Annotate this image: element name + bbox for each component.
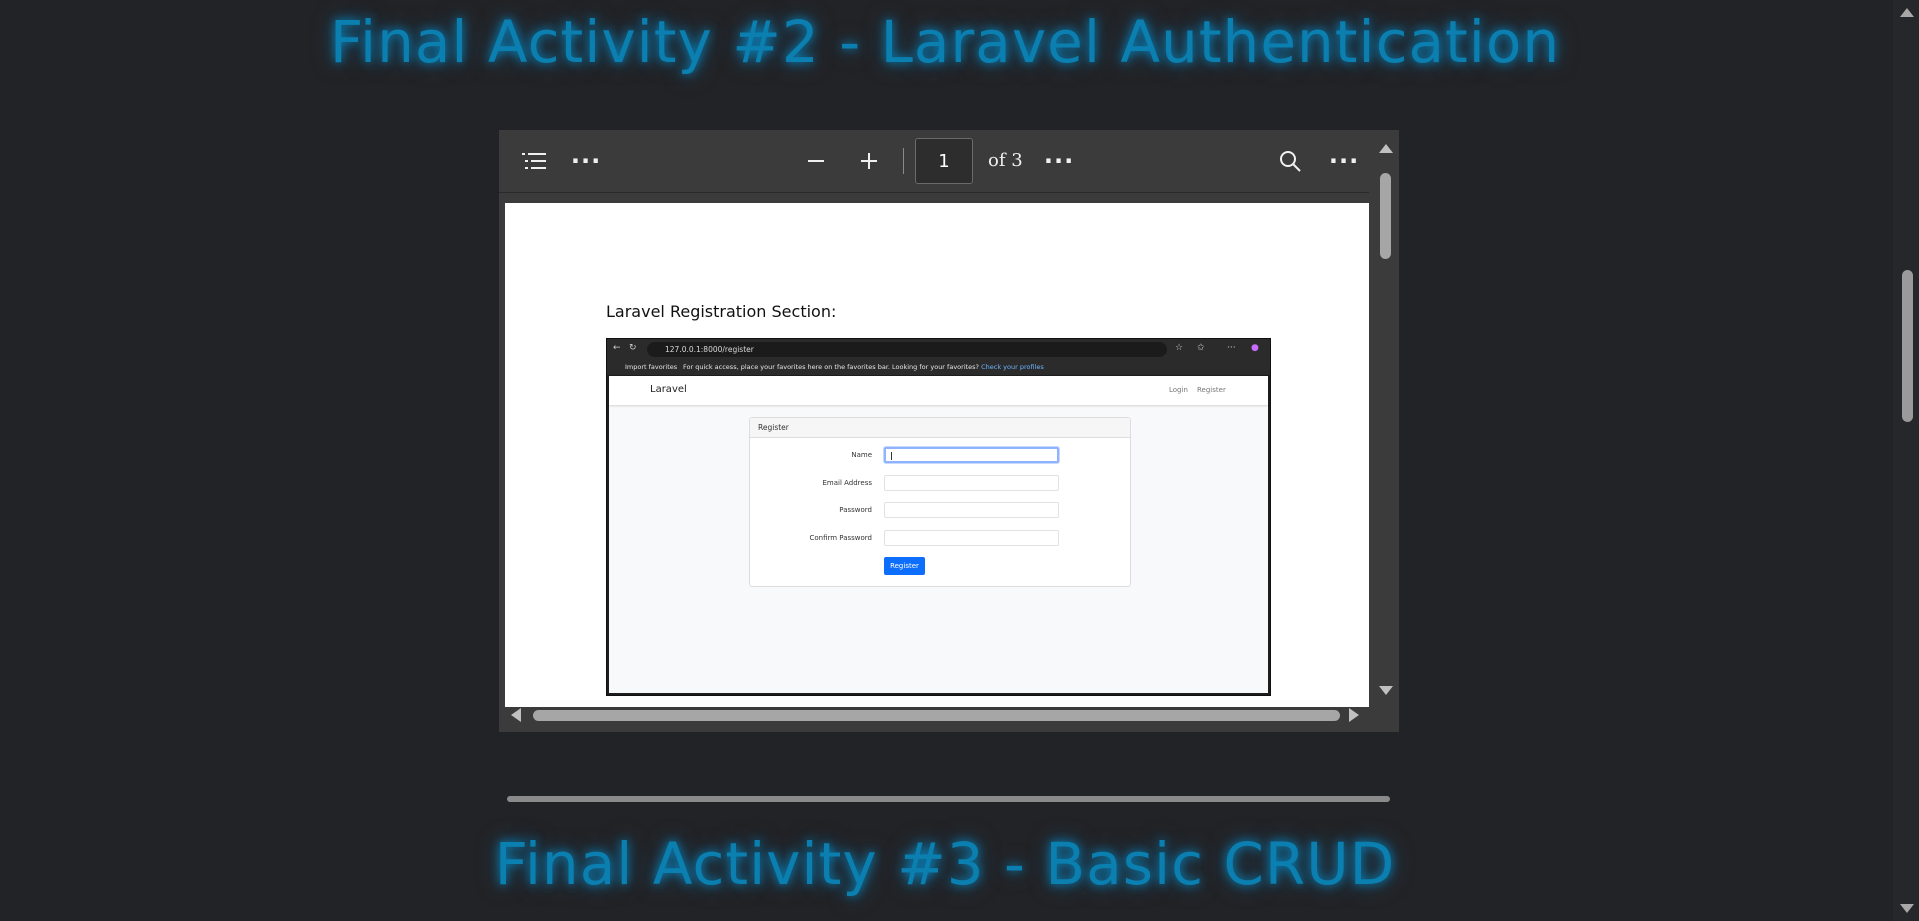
more-options-center-icon[interactable]: ···	[1044, 146, 1074, 176]
favorites-link: Check your profiles	[981, 363, 1044, 371]
confirm-password-label: Confirm Password	[809, 534, 872, 542]
nav-login-link: Login	[1169, 386, 1188, 394]
section-separator-scrollbar[interactable]	[507, 796, 1390, 802]
copilot-icon: ●	[1251, 343, 1259, 353]
zoom-in-icon[interactable]	[854, 146, 884, 176]
favorites-message-text: For quick access, place your favorites h…	[683, 363, 980, 371]
favorites-icon: ✩	[1197, 343, 1205, 353]
viewer-vscroll-thumb[interactable]	[1380, 173, 1391, 259]
name-row: Name	[750, 447, 1130, 465]
page-scroll-down-icon[interactable]	[1900, 904, 1914, 913]
register-card-header: Register	[750, 418, 1130, 438]
name-field	[884, 447, 1059, 463]
pdf-toolbar: ··· of 3 ··· ···	[499, 130, 1369, 193]
nav-register-link: Register	[1197, 386, 1226, 394]
viewer-vertical-scrollbar[interactable]	[1373, 138, 1399, 698]
browser-url: 127.0.0.1:8000/register	[647, 342, 1167, 357]
register-card: Register Name Email Address Password Con…	[749, 417, 1131, 587]
star-icon: ☆	[1175, 343, 1184, 353]
search-icon[interactable]	[1275, 146, 1305, 176]
confirm-password-field	[884, 530, 1059, 546]
email-row: Email Address	[750, 475, 1130, 493]
back-arrow-icon: ←	[613, 343, 621, 353]
page-scroll-thumb[interactable]	[1902, 270, 1913, 422]
toolbar-divider	[903, 148, 904, 174]
contents-list-icon[interactable]	[519, 146, 549, 176]
password-label: Password	[839, 506, 872, 514]
page-heading: Laravel Registration Section:	[606, 302, 837, 321]
page-total-label: of 3	[988, 150, 1023, 171]
activity-3-title: Final Activity #3 - Basic CRUD	[494, 830, 1396, 898]
favorites-message: For quick access, place your favorites h…	[683, 360, 1044, 375]
pdf-page: Laravel Registration Section: ← ↻ 127.0.…	[505, 203, 1369, 707]
scroll-up-arrow-icon[interactable]	[1379, 144, 1393, 153]
name-label: Name	[851, 451, 872, 459]
page-scroll-up-icon[interactable]	[1900, 8, 1914, 17]
password-row: Password	[750, 502, 1130, 520]
page-number-input[interactable]	[915, 138, 973, 184]
viewer-hscroll-thumb[interactable]	[533, 710, 1340, 721]
reload-icon: ↻	[629, 343, 637, 353]
activity-2-title: Final Activity #2 - Laravel Authenticati…	[329, 8, 1561, 76]
pdf-viewer: ··· of 3 ··· ··· Laravel Registration Se…	[499, 130, 1399, 732]
viewer-horizontal-scrollbar[interactable]	[507, 704, 1367, 726]
laravel-app: Laravel Login Register Register Name Ema…	[609, 376, 1268, 693]
more-options-left-icon[interactable]: ···	[571, 146, 601, 176]
app-navbar: Laravel Login Register	[609, 376, 1268, 405]
favorites-bar: Import favorites For quick access, place…	[607, 360, 1270, 375]
scroll-down-arrow-icon[interactable]	[1379, 686, 1393, 695]
password-field	[884, 502, 1059, 518]
scroll-left-arrow-icon[interactable]	[511, 708, 521, 722]
email-field	[884, 475, 1059, 491]
browser-address-bar: ← ↻ 127.0.0.1:8000/register ☆ ✩ ··· ●	[607, 339, 1270, 360]
register-button: Register	[884, 557, 925, 575]
app-brand: Laravel	[650, 384, 687, 395]
import-favorites: Import favorites	[625, 363, 678, 371]
more-options-right-icon[interactable]: ···	[1329, 146, 1359, 176]
email-label: Email Address	[822, 479, 872, 487]
embedded-screenshot: ← ↻ 127.0.0.1:8000/register ☆ ✩ ··· ● Im…	[606, 338, 1271, 696]
scroll-right-arrow-icon[interactable]	[1349, 708, 1359, 722]
zoom-out-icon[interactable]	[801, 146, 831, 176]
more-menu-icon: ···	[1227, 343, 1236, 353]
page-scrollbar[interactable]	[1893, 0, 1919, 921]
confirm-password-row: Confirm Password	[750, 530, 1130, 548]
